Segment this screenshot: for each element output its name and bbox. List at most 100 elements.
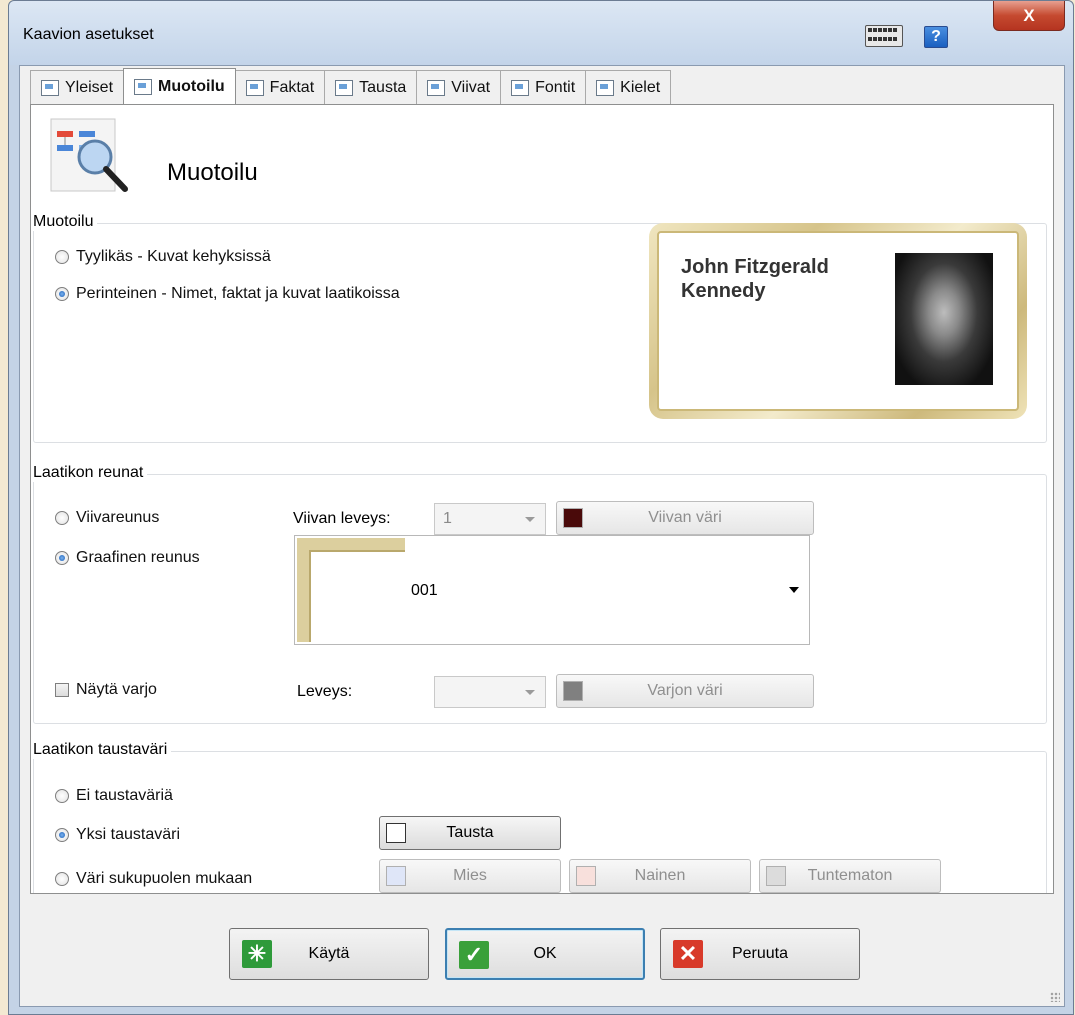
shadow-width-select[interactable]: [434, 676, 546, 708]
radio-circle: [55, 872, 69, 886]
shadow-color-button[interactable]: Varjon väri: [556, 674, 814, 708]
resize-grip[interactable]: [1050, 992, 1060, 1002]
button-label: Varjon väri: [647, 682, 723, 699]
magnifier-icon: [134, 78, 153, 95]
button-label: Viivan väri: [648, 509, 722, 526]
cancel-button[interactable]: ✕ Peruuta: [660, 928, 860, 980]
tab-yleiset[interactable]: Yleiset: [30, 70, 125, 104]
tab-label: Fontit: [535, 78, 576, 96]
shadow-color-swatch: [563, 681, 583, 701]
graphic-border-radio[interactable]: Graafinen reunus: [55, 549, 200, 567]
radio-label: Graafinen reunus: [76, 549, 200, 566]
graphic-border-select[interactable]: 001: [294, 535, 810, 645]
tab-label: Viivat: [451, 78, 491, 96]
tab-faktat[interactable]: Faktat: [234, 70, 326, 104]
checkbox-label: Näytä varjo: [76, 681, 157, 698]
lines-icon: [427, 79, 446, 96]
radio-label: Väri sukupuolen mukaan: [76, 870, 253, 887]
single-background-radio[interactable]: Yksi taustaväri: [55, 826, 180, 844]
tab-label: Yleiset: [65, 78, 114, 96]
chevron-down-icon: [525, 690, 535, 695]
background-group-label: Laatikon taustaväri: [33, 741, 172, 759]
no-background-radio[interactable]: Ei taustaväriä: [55, 787, 173, 805]
button-label: Tuntematon: [807, 867, 893, 884]
style-traditional-radio[interactable]: Perinteinen - Nimet, faktat ja kuvat laa…: [55, 285, 400, 303]
unknown-color-button[interactable]: Tuntematon: [759, 859, 941, 893]
background-icon: [335, 79, 354, 96]
title-bar: Kaavion asetukset ? X: [9, 1, 1073, 65]
settings-dialog: Kaavion asetukset ? X Yleiset Muotoilu F…: [8, 0, 1074, 1015]
button-label: Peruuta: [731, 945, 789, 962]
border-group-label: Laatikon reunat: [33, 464, 148, 482]
radio-label: Yksi taustaväri: [76, 826, 181, 843]
tab-bar: Yleiset Muotoilu Faktat Tausta Viivat Fo…: [30, 68, 672, 104]
gear-icon: [41, 79, 59, 96]
unknown-color-swatch: [766, 866, 786, 886]
tab-muotoilu[interactable]: Muotoilu: [123, 68, 236, 104]
apply-button[interactable]: ✳ Käytä: [229, 928, 429, 980]
tab-tausta[interactable]: Tausta: [324, 70, 418, 104]
language-icon: [596, 79, 615, 96]
radio-circle: [55, 789, 69, 803]
line-border-radio[interactable]: Viivareunus: [55, 509, 159, 527]
radio-label: Tyylikäs - Kuvat kehyksissä: [76, 248, 271, 265]
tab-fontit[interactable]: Fontit: [500, 70, 587, 104]
background-color-button[interactable]: Tausta: [379, 816, 561, 850]
checkbox-box: [55, 683, 69, 697]
show-shadow-checkbox[interactable]: Näytä varjo: [55, 681, 157, 699]
button-label: Tausta: [446, 824, 494, 841]
tab-label: Tausta: [359, 78, 407, 96]
font-icon: [511, 79, 530, 96]
dialog-footer: ✳ Käytä ✓ OK ✕ Peruuta: [20, 902, 1064, 1006]
tab-kielet[interactable]: Kielet: [585, 70, 672, 104]
radio-circle: [55, 551, 69, 565]
button-label: Käytä: [308, 945, 350, 962]
radio-label: Perinteinen - Nimet, faktat ja kuvat laa…: [76, 285, 400, 302]
tab-panel-muotoilu: Muotoilu Muotoilu Tyylikäs - Kuvat kehyk…: [30, 104, 1054, 894]
close-icon: ✕: [673, 940, 703, 968]
shadow-width-label: Leveys:: [297, 683, 353, 700]
help-button[interactable]: ?: [924, 26, 948, 48]
page-title: Muotoilu: [167, 159, 258, 186]
radio-circle: [55, 511, 69, 525]
radio-circle: [55, 287, 69, 301]
radio-circle: [55, 828, 69, 842]
line-width-select[interactable]: 1: [434, 503, 546, 535]
female-color-button[interactable]: Nainen: [569, 859, 751, 893]
format-preview: John Fitzgerald Kennedy: [649, 223, 1027, 419]
background-color-swatch: [386, 823, 406, 843]
preview-portrait-image: [895, 253, 993, 385]
tab-label: Faktat: [269, 78, 315, 96]
tab-label: Muotoilu: [158, 77, 225, 95]
chevron-down-icon: [789, 587, 799, 593]
radio-circle: [55, 250, 69, 264]
ok-button[interactable]: ✓ OK: [445, 928, 645, 980]
button-label: Mies: [453, 867, 487, 884]
gender-background-radio[interactable]: Väri sukupuolen mukaan: [55, 870, 252, 888]
window-title: Kaavion asetukset: [23, 26, 154, 43]
line-color-swatch: [563, 508, 583, 528]
male-color-swatch: [386, 866, 406, 886]
line-width-value: 1: [443, 510, 452, 527]
button-label: Nainen: [634, 867, 686, 884]
checkmark-icon: ✓: [459, 941, 489, 969]
button-label: OK: [533, 945, 557, 962]
keyboard-icon[interactable]: [865, 25, 903, 47]
preview-box: John Fitzgerald Kennedy: [657, 231, 1019, 411]
radio-label: Viivareunus: [76, 509, 160, 526]
tab-label: Kielet: [620, 78, 661, 96]
chevron-down-icon: [525, 517, 535, 522]
male-color-button[interactable]: Mies: [379, 859, 561, 893]
line-color-button[interactable]: Viivan väri: [556, 501, 814, 535]
preview-person-name: John Fitzgerald Kennedy: [681, 256, 829, 302]
close-button[interactable]: X: [993, 1, 1065, 31]
border-preview-image: [297, 538, 405, 642]
format-group-label: Muotoilu: [33, 213, 98, 231]
apply-icon: ✳: [242, 940, 272, 968]
tab-viivat[interactable]: Viivat: [416, 70, 502, 104]
female-color-swatch: [576, 866, 596, 886]
dialog-client: Yleiset Muotoilu Faktat Tausta Viivat Fo…: [19, 65, 1065, 1007]
style-elegant-radio[interactable]: Tyylikäs - Kuvat kehyksissä: [55, 248, 271, 266]
chart-magnifier-icon: [50, 118, 128, 192]
facts-icon: [245, 79, 264, 96]
